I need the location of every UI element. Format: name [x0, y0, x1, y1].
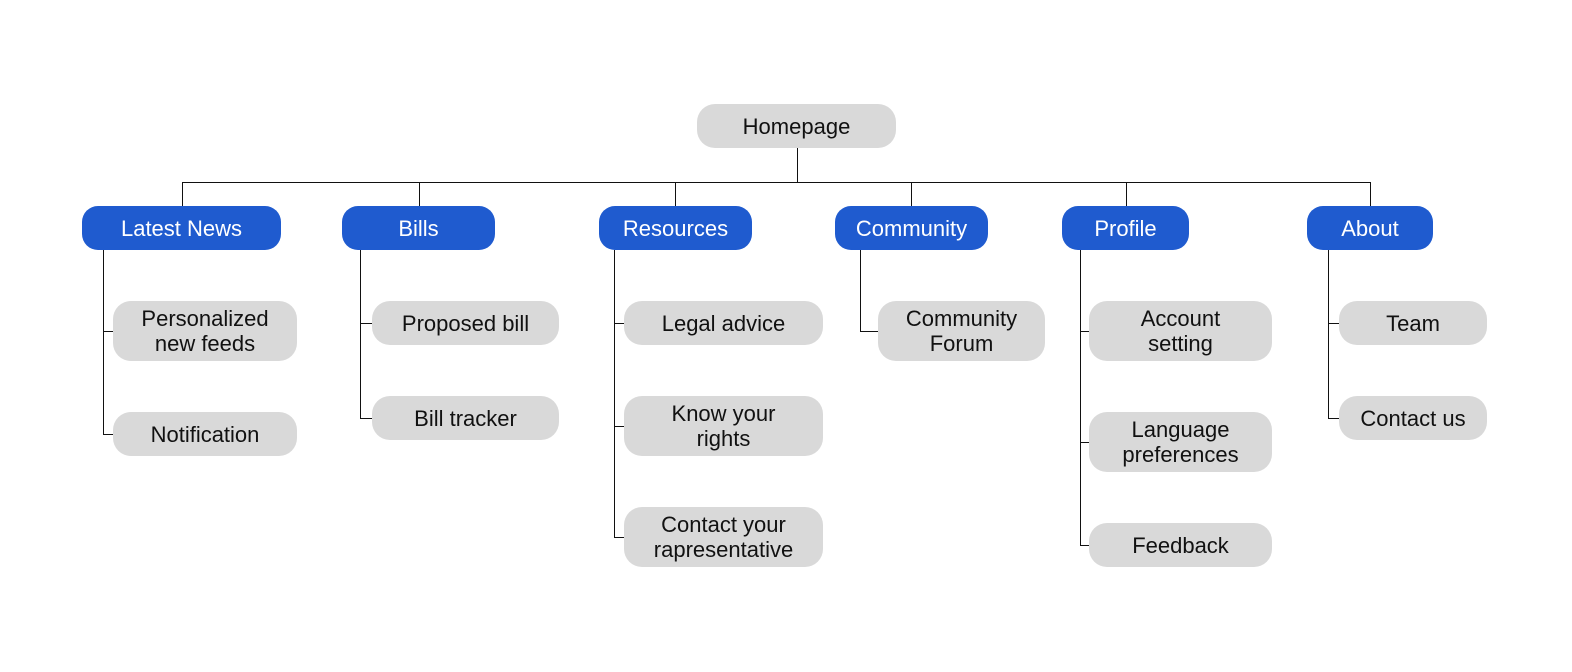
child-connector — [614, 537, 624, 538]
section-connector — [1370, 182, 1371, 206]
section-node-bills: Bills — [342, 206, 495, 250]
child-connector — [1080, 545, 1089, 546]
section-node-latest-news: Latest News — [82, 206, 281, 250]
page-node-contact-your-rapresentative: Contact your rapresentative — [624, 507, 823, 567]
page-node-contact-us: Contact us — [1339, 396, 1487, 440]
section-trunk-line — [360, 250, 361, 418]
child-connector — [1328, 323, 1339, 324]
child-connector — [103, 331, 113, 332]
child-connector — [103, 434, 113, 435]
child-connector — [360, 418, 372, 419]
child-connector — [614, 426, 624, 427]
child-connector — [860, 331, 878, 332]
section-connector — [419, 182, 420, 206]
section-bus-line — [182, 182, 1371, 183]
section-connector — [911, 182, 912, 206]
section-connector — [182, 182, 183, 206]
page-node-feedback: Feedback — [1089, 523, 1272, 567]
section-node-about: About — [1307, 206, 1433, 250]
section-trunk-line — [860, 250, 861, 331]
page-node-legal-advice: Legal advice — [624, 301, 823, 345]
root-connector — [797, 148, 798, 182]
page-node-notification: Notification — [113, 412, 297, 456]
page-node-language-preferences: Language preferences — [1089, 412, 1272, 472]
child-connector — [1080, 331, 1089, 332]
page-node-team: Team — [1339, 301, 1487, 345]
root-node-homepage: Homepage — [697, 104, 896, 148]
child-connector — [1080, 442, 1089, 443]
section-node-resources: Resources — [599, 206, 752, 250]
section-connector — [675, 182, 676, 206]
section-trunk-line — [1328, 250, 1329, 418]
page-node-proposed-bill: Proposed bill — [372, 301, 559, 345]
section-connector — [1126, 182, 1127, 206]
page-node-community-forum: Community Forum — [878, 301, 1045, 361]
section-node-profile: Profile — [1062, 206, 1189, 250]
page-node-bill-tracker: Bill tracker — [372, 396, 559, 440]
section-trunk-line — [103, 250, 104, 434]
child-connector — [614, 323, 624, 324]
page-node-account-setting: Account setting — [1089, 301, 1272, 361]
page-node-know-your-rights: Know your rights — [624, 396, 823, 456]
page-node-personalized-new-feeds: Personalized new feeds — [113, 301, 297, 361]
child-connector — [360, 323, 372, 324]
section-node-community: Community — [835, 206, 988, 250]
child-connector — [1328, 418, 1339, 419]
section-trunk-line — [614, 250, 615, 537]
section-trunk-line — [1080, 250, 1081, 545]
